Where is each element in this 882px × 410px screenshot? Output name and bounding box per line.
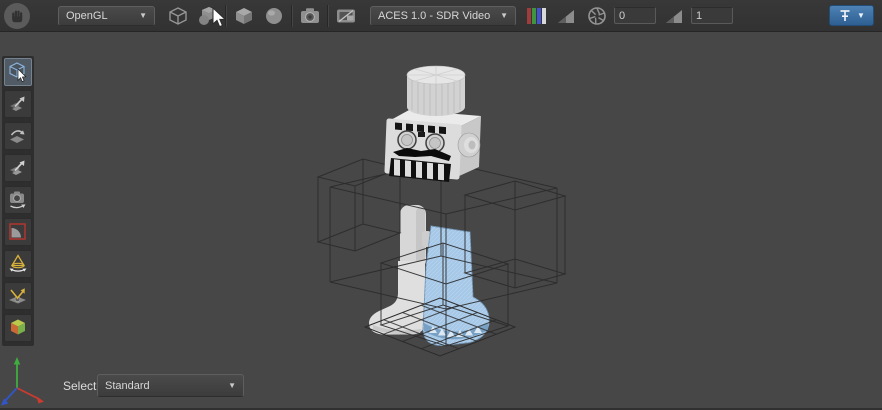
hand-icon [9, 8, 25, 24]
chevron-down-icon: ▼ [139, 11, 147, 20]
toolbar-separator [225, 5, 227, 27]
colorspace-dropdown[interactable]: ACES 1.0 - SDR Video ▼ [370, 6, 516, 26]
pause-hand-button[interactable] [4, 3, 30, 29]
wireframe-cube-button[interactable] [164, 3, 192, 29]
snapshot-camera-button[interactable] [296, 3, 324, 29]
cone-rotate-icon [7, 253, 29, 275]
orbit-camera-tool[interactable] [4, 186, 32, 214]
selection-mode-value: Standard [105, 380, 222, 392]
camera-orbit-icon [7, 189, 29, 211]
axis-gizmo [0, 352, 52, 410]
layers-arrow-icon [7, 157, 29, 179]
aperture-button[interactable] [583, 3, 611, 29]
renderer-value: OpenGL [66, 10, 133, 22]
gamma-ramp-button[interactable] [660, 3, 688, 29]
camera-icon [299, 5, 321, 27]
cube-sphere-icon [196, 5, 220, 27]
aperture-icon [586, 5, 608, 27]
display-filter-icon [335, 5, 357, 27]
exposure-ramp-button[interactable] [552, 3, 580, 29]
falloff-icon [7, 221, 29, 243]
viewport-3d-model[interactable] [303, 55, 573, 367]
shaded-cube-icon [7, 317, 29, 339]
flip-icon [7, 125, 29, 147]
colorspace-value: ACES 1.0 - SDR Video [378, 10, 494, 22]
rgb-channels-icon [526, 6, 548, 26]
rgb-channels-button[interactable] [523, 3, 551, 29]
select-mode-label: Select [63, 379, 96, 393]
solid-cube-icon [233, 5, 255, 27]
selection-mode-dropdown[interactable]: Standard ▼ [97, 374, 244, 397]
chevron-down-icon: ▼ [500, 11, 508, 20]
pin-dropdown-button[interactable]: ▼ [829, 5, 874, 26]
select-objects-tool[interactable] [4, 58, 32, 86]
model-head[interactable] [387, 66, 481, 182]
ramp-icon [556, 7, 576, 25]
wireframe-cube-icon [167, 5, 189, 27]
sphere-button[interactable] [260, 3, 288, 29]
axis-x-arrow [37, 397, 45, 404]
chevron-down-icon: ▼ [857, 11, 865, 20]
shaded-view-cube-tool[interactable] [4, 314, 32, 342]
cube-sphere-select-button[interactable] [194, 3, 222, 29]
toolbar-separator [327, 5, 329, 27]
flip-object-tool[interactable] [4, 122, 32, 150]
light-bounce-icon [7, 285, 29, 307]
light-bounce-tool[interactable] [4, 282, 32, 310]
falloff-tool[interactable] [4, 218, 32, 246]
solid-cube-button[interactable] [230, 3, 258, 29]
exposure-input[interactable] [614, 7, 656, 24]
chevron-down-icon: ▼ [228, 381, 236, 390]
gamma-input[interactable] [691, 7, 733, 24]
top-toolbar: OpenGL ▼ [0, 0, 882, 32]
display-filter-button[interactable] [332, 3, 360, 29]
rotate-lights-tool[interactable] [4, 250, 32, 278]
pin-icon [838, 8, 852, 23]
axis-y-arrow [14, 357, 20, 365]
layers-arrow-icon [7, 93, 29, 115]
transform-objects-tool[interactable] [4, 90, 32, 118]
renderer-dropdown[interactable]: OpenGL ▼ [58, 6, 155, 26]
toolbar-separator [291, 5, 293, 27]
sphere-icon [263, 5, 285, 27]
select-cube-cursor-icon [7, 61, 29, 83]
left-toolbar [2, 56, 34, 346]
ramp-icon [664, 7, 684, 25]
transform-paint-target-tool[interactable] [4, 154, 32, 182]
